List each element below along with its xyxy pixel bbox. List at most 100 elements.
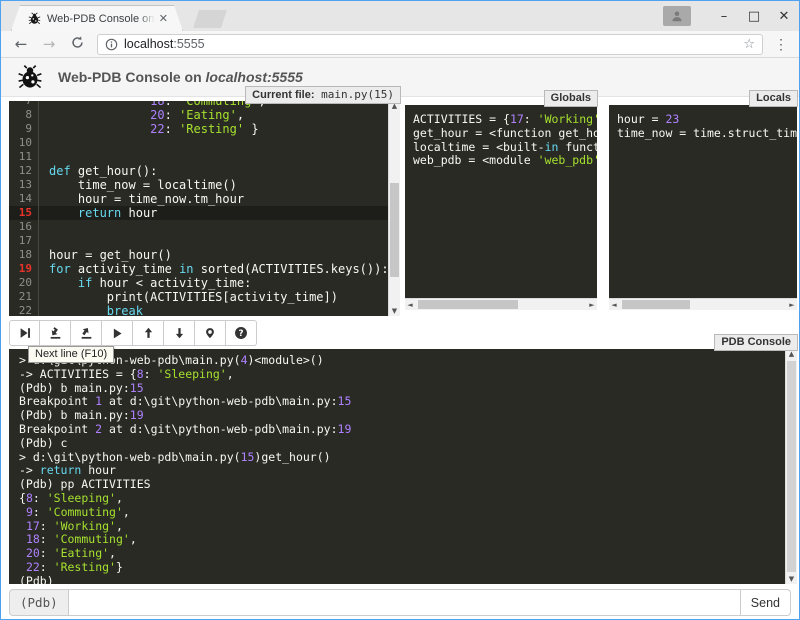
continue-icon — [111, 327, 124, 340]
next-line-icon — [18, 326, 32, 340]
arrow-down-icon — [173, 326, 186, 340]
code-line: 22 break — [9, 304, 388, 316]
console-vertical-scrollbar[interactable]: ▲ ▼ — [785, 349, 797, 584]
command-input-group: (Pdb) Send — [9, 589, 791, 616]
console-line: Breakpoint 1 at d:\git\python-web-pdb\ma… — [19, 395, 785, 409]
next-line-tooltip: Next line (F10) — [28, 346, 114, 363]
current-line-button[interactable] — [195, 320, 226, 346]
code-line: 9 22: 'Resting' } — [9, 122, 388, 136]
code-line: 18hour = get_hour() — [9, 248, 388, 262]
line-number[interactable]: 20 — [9, 276, 39, 290]
console-line: localtime = <built-in function localti — [413, 141, 597, 155]
minimize-button[interactable]: – — [709, 2, 739, 30]
step-out-button[interactable] — [71, 320, 102, 346]
bug-logo-icon — [17, 64, 43, 90]
step-into-button[interactable] — [40, 320, 71, 346]
line-number[interactable]: 16 — [9, 220, 39, 234]
console-line: (Pdb) b main.py:15 — [19, 382, 785, 396]
globals-horizontal-scrollbar[interactable]: ◄ ► — [405, 298, 597, 310]
help-button[interactable]: ? — [226, 320, 257, 346]
code-line: 10 — [9, 136, 388, 150]
console-line: time_now = time.struct_time(tm_yea — [617, 127, 797, 141]
console-line: > d:\git\python-web-pdb\main.py(4)<modul… — [19, 354, 785, 368]
line-number[interactable]: 10 — [9, 136, 39, 150]
code-text: for activity_time in sorted(ACTIVITIES.k… — [39, 262, 388, 276]
bug-favicon-icon — [28, 12, 41, 25]
scroll-right-icon[interactable]: ► — [787, 299, 797, 310]
code-text: print(ACTIVITIES[activity_time]) — [39, 290, 338, 304]
stack-up-button[interactable] — [133, 320, 164, 346]
reload-icon — [71, 36, 84, 49]
locals-panel: Locals hour = 23time_now = time.struct_t… — [609, 105, 797, 310]
person-icon — [671, 10, 683, 22]
line-number[interactable]: 9 — [9, 122, 39, 136]
scroll-down-icon[interactable]: ▼ — [786, 574, 797, 584]
console-line: 18: 'Commuting', — [19, 533, 785, 547]
next-line-button[interactable] — [9, 320, 40, 346]
url-text[interactable]: localhost:5555 — [124, 37, 743, 51]
locals-horizontal-scrollbar[interactable]: ◄ ► — [609, 298, 797, 310]
address-bar[interactable]: localhost:5555 ☆ — [97, 34, 763, 55]
line-number[interactable]: 18 — [9, 248, 39, 262]
scroll-left-icon[interactable]: ◄ — [405, 299, 415, 310]
arrow-up-icon — [142, 326, 155, 340]
browser-window: Web-PDB Console on lo ✕ – □ ✕ ← → localh… — [0, 0, 800, 620]
line-number[interactable]: 11 — [9, 150, 39, 164]
console-line: (Pdb) b main.py:19 — [19, 409, 785, 423]
line-number[interactable]: 13 — [9, 178, 39, 192]
step-out-icon — [79, 326, 94, 340]
close-button[interactable]: ✕ — [769, 2, 799, 30]
reload-button[interactable] — [65, 35, 89, 53]
profile-button[interactable] — [663, 6, 691, 26]
console-line: web_pdb = <module 'web_pdb' from 'D — [413, 154, 597, 168]
console-line: {8: 'Sleeping', — [19, 492, 785, 506]
menu-kebab-icon[interactable]: ⋮ — [771, 36, 791, 53]
page-info-icon[interactable] — [105, 38, 118, 51]
code-text: 18: 'Commuting', — [39, 101, 266, 108]
browser-titlebar: Web-PDB Console on lo ✕ – □ ✕ — [1, 1, 799, 31]
globals-list[interactable]: ACTIVITIES = {17: 'Working', 18: 'Commge… — [405, 105, 597, 298]
stack-down-button[interactable] — [164, 320, 195, 346]
new-tab-button[interactable] — [193, 10, 227, 28]
breakpoint-line-number[interactable]: 19 — [9, 262, 39, 276]
line-number[interactable]: 21 — [9, 290, 39, 304]
command-input[interactable] — [68, 589, 741, 616]
code-text: def get_hour(): — [39, 164, 157, 178]
globals-panel: Globals ACTIVITIES = {17: 'Working', 18:… — [405, 105, 597, 310]
web-pdb-page: Web-PDB Console on localhost:5555 Curren… — [1, 58, 799, 619]
console-line: 17: 'Working', — [19, 520, 785, 534]
line-number[interactable]: 22 — [9, 304, 39, 316]
forward-button[interactable]: → — [37, 35, 61, 53]
line-number[interactable]: 17 — [9, 234, 39, 248]
scroll-right-icon[interactable]: ► — [587, 299, 597, 310]
current-file-panel: Current file: main.py(15) 7 18: 'Commuti… — [9, 101, 400, 316]
scroll-down-icon[interactable]: ▼ — [389, 306, 400, 316]
back-button[interactable]: ← — [9, 35, 33, 53]
debugger-toolbar: ? — [9, 320, 257, 346]
line-number[interactable]: 7 — [9, 101, 39, 108]
scroll-left-icon[interactable]: ◄ — [609, 299, 619, 310]
tab-close-icon[interactable]: ✕ — [159, 12, 168, 25]
page-title: Web-PDB Console on localhost:5555 — [58, 69, 303, 85]
code-text: break — [39, 304, 143, 316]
code-line: 21 print(ACTIVITIES[activity_time]) — [9, 290, 388, 304]
line-number[interactable]: 8 — [9, 108, 39, 122]
console-line: hour = 23 — [617, 113, 797, 127]
send-button[interactable]: Send — [741, 589, 791, 616]
code-line: 11 — [9, 150, 388, 164]
locals-list[interactable]: hour = 23time_now = time.struct_time(tm_… — [609, 105, 797, 298]
code-viewer[interactable]: 7 18: 'Commuting',8 20: 'Eating',9 22: '… — [9, 101, 388, 316]
code-text — [39, 150, 49, 164]
code-text — [39, 234, 49, 248]
line-number[interactable]: 12 — [9, 164, 39, 178]
bookmark-star-icon[interactable]: ☆ — [743, 37, 755, 52]
continue-button[interactable] — [102, 320, 133, 346]
code-vertical-scrollbar[interactable]: ▲ ▼ — [388, 101, 400, 316]
code-text: hour = get_hour() — [39, 248, 172, 262]
console-output[interactable]: > d:\git\python-web-pdb\main.py(4)<modul… — [9, 349, 785, 584]
maximize-button[interactable]: □ — [739, 2, 769, 30]
question-icon: ? — [234, 326, 248, 340]
browser-tab[interactable]: Web-PDB Console on lo ✕ — [11, 5, 183, 31]
breakpoint-line-number[interactable]: 15 — [9, 206, 39, 220]
line-number[interactable]: 14 — [9, 192, 39, 206]
